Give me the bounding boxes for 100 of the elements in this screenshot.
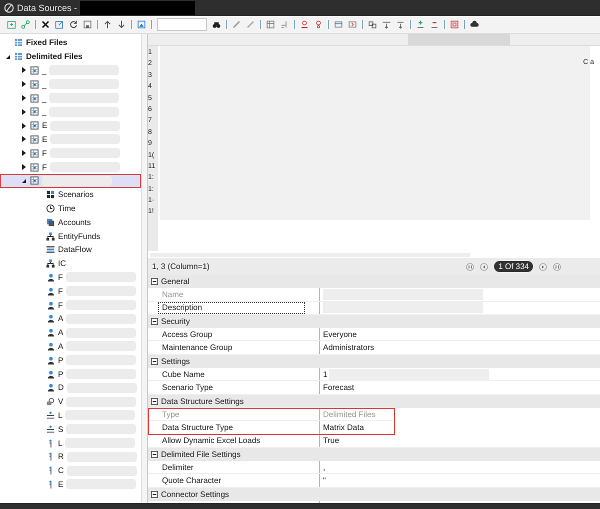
expander-icon[interactable] <box>20 150 26 156</box>
expander-icon[interactable] <box>20 108 26 115</box>
tree-item-label: E <box>58 480 64 489</box>
expander-icon[interactable] <box>20 81 26 88</box>
tree-item[interactable]: _ <box>0 77 141 92</box>
tree-item[interactable]: Fixed Files <box>0 36 141 50</box>
data-source-icon <box>30 162 39 172</box>
expander-icon[interactable] <box>20 136 26 142</box>
sort-icon[interactable] <box>280 20 289 29</box>
first-page-icon[interactable] <box>466 262 474 270</box>
tree-item[interactable]: F <box>0 298 141 312</box>
tree-item[interactable]: D <box>0 380 141 395</box>
property-value[interactable]: Administrators <box>323 343 374 352</box>
hierarchy-icon <box>46 259 55 268</box>
tree-item[interactable]: _ <box>0 64 141 78</box>
property-name: Delimiter <box>161 462 195 474</box>
tree-item-label: Accounts <box>58 218 91 227</box>
tree-item[interactable]: IC <box>0 256 141 271</box>
tree-item[interactable]: Scenarios <box>0 188 141 202</box>
property-value[interactable]: Forecast <box>323 383 354 392</box>
tree-item[interactable]: F <box>0 270 141 284</box>
last-page-icon[interactable] <box>553 262 561 270</box>
up-arrow-icon[interactable] <box>103 20 112 29</box>
collapse-icon[interactable] <box>151 318 158 326</box>
tree-item-label: D <box>58 383 64 392</box>
window-title: Data Sources - <box>17 3 78 13</box>
tree-item[interactable]: F <box>0 146 141 160</box>
selected-tree-item[interactable] <box>0 174 141 188</box>
expander-icon[interactable] <box>4 54 10 60</box>
collapse-icon[interactable] <box>151 358 158 365</box>
tree-item[interactable]: A <box>0 340 141 354</box>
previous-page-icon[interactable] <box>480 262 488 270</box>
property-value[interactable]: True <box>323 436 340 446</box>
property-value[interactable]: 1 <box>323 370 328 379</box>
grid-icon[interactable] <box>450 20 459 29</box>
add-icon[interactable] <box>7 20 16 29</box>
binoculars-icon[interactable] <box>212 20 221 29</box>
tree-item-label: F <box>42 148 47 158</box>
edit-icon[interactable] <box>55 20 64 29</box>
tree-item[interactable]: V <box>0 394 141 409</box>
save-icon[interactable] <box>83 20 92 29</box>
panel-icon[interactable] <box>348 20 357 29</box>
tree-item[interactable]: R <box>0 450 141 464</box>
expander-icon[interactable] <box>20 122 26 129</box>
search-field[interactable] <box>157 18 207 31</box>
hierarchy-icon <box>46 232 55 241</box>
delete-icon[interactable] <box>41 20 50 29</box>
table-icon[interactable] <box>266 20 275 29</box>
tree-item[interactable]: P <box>0 353 141 368</box>
person-icon <box>46 383 55 392</box>
tree-item[interactable]: F <box>0 160 141 174</box>
tree-item[interactable]: _ <box>0 91 141 105</box>
tree-item[interactable]: A <box>0 312 141 326</box>
collapse-icon[interactable] <box>151 398 158 405</box>
property-value[interactable]: Everyone <box>323 330 357 339</box>
tree-item[interactable]: _ <box>0 104 141 119</box>
image-icon[interactable] <box>137 20 146 29</box>
tree-item[interactable]: Time <box>0 202 141 216</box>
collapse-icon[interactable] <box>151 490 158 498</box>
tree-item[interactable]: EntityFunds <box>0 229 141 243</box>
person-icon <box>46 328 55 338</box>
cloud-icon[interactable] <box>470 20 479 29</box>
expander-icon[interactable] <box>20 95 26 102</box>
tree-item-label: _ <box>42 66 46 75</box>
tree-item[interactable]: Accounts <box>0 215 141 230</box>
tree-item[interactable]: L <box>0 408 141 422</box>
tree-item[interactable]: A <box>0 326 141 340</box>
tree-item[interactable]: S <box>0 422 141 436</box>
next-page-icon[interactable] <box>539 262 547 270</box>
property-name: Name <box>161 288 184 301</box>
property-name: Description <box>158 302 305 314</box>
collapse-icon[interactable] <box>151 451 158 458</box>
tree-item[interactable]: F <box>0 284 141 298</box>
down-arrow-icon[interactable] <box>117 20 126 29</box>
tree-item[interactable]: P <box>0 367 141 381</box>
tree-item[interactable]: E <box>0 478 141 492</box>
tree-item-label: F <box>58 300 63 310</box>
tree-item-label: _ <box>42 94 46 103</box>
scrollbar[interactable] <box>141 34 147 503</box>
collapse-icon[interactable] <box>151 278 158 286</box>
property-value[interactable]: " <box>323 476 326 486</box>
expander-icon[interactable] <box>20 178 26 184</box>
tree-item[interactable]: Delimited Files <box>0 50 141 64</box>
tree-item[interactable]: C <box>0 464 141 478</box>
stamp-icon[interactable] <box>300 20 309 29</box>
property-value[interactable]: , <box>323 462 326 472</box>
tree-item[interactable]: DataFlow <box>0 242 141 257</box>
expander-icon[interactable] <box>20 164 26 170</box>
property-value[interactable]: Matrix Data <box>323 422 364 432</box>
expander-icon[interactable] <box>20 67 26 74</box>
stamp-icon[interactable] <box>314 20 323 29</box>
tree-item[interactable]: E <box>0 118 141 133</box>
tree-item[interactable]: E <box>0 132 141 146</box>
decrease-icon[interactable] <box>430 20 439 29</box>
data-source-icon <box>30 148 39 158</box>
refresh-icon[interactable] <box>69 20 78 29</box>
tree-item[interactable]: L <box>0 436 141 450</box>
panel-icon[interactable] <box>334 20 343 29</box>
link-icon[interactable] <box>21 20 30 29</box>
increase-icon[interactable] <box>416 20 425 29</box>
